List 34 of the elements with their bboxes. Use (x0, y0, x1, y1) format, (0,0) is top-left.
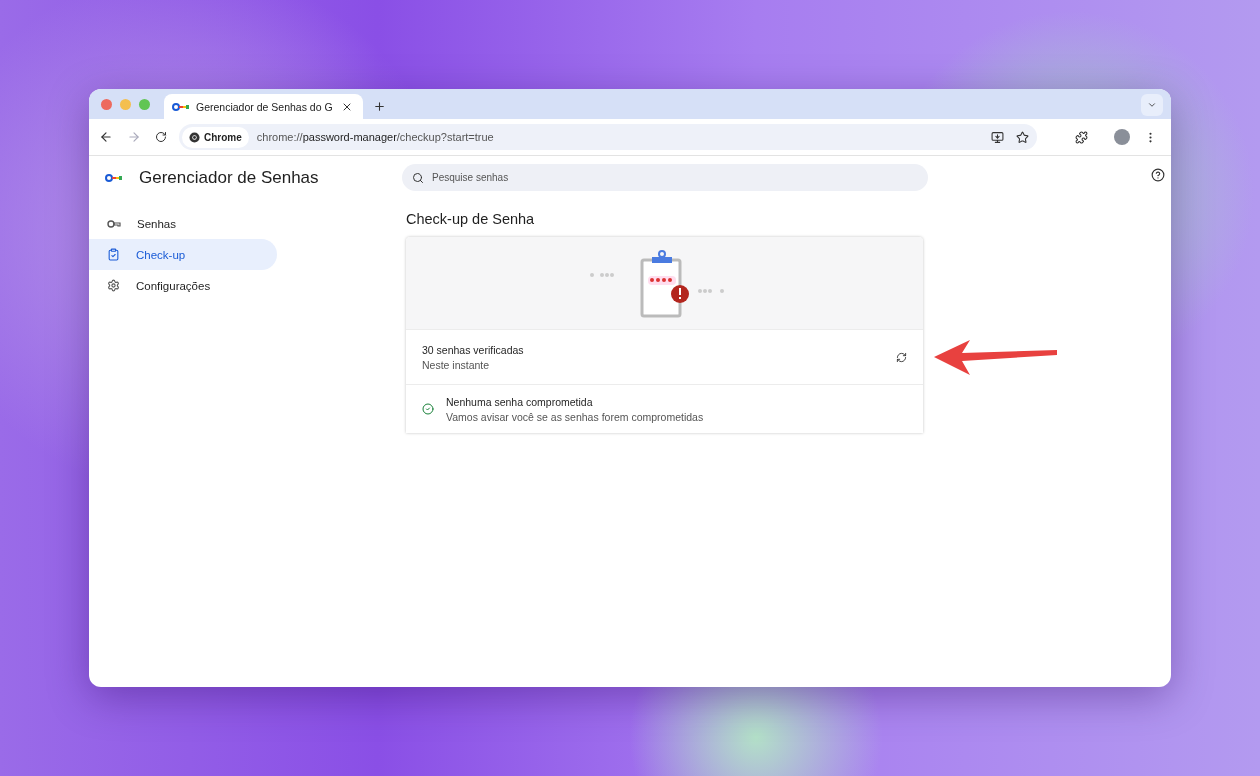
result-description: Vamos avisar você se as senhas forem comprometidas (446, 410, 705, 423)
checked-count: 30 senhas verificadas (422, 343, 525, 356)
reload-button[interactable] (153, 129, 169, 145)
search-input[interactable]: Pesquise senhas (430, 171, 918, 184)
star-icon (1016, 130, 1029, 144)
monitor-download-icon (991, 130, 1004, 144)
reload-icon (155, 131, 167, 143)
site-chip[interactable]: Chrome (182, 126, 249, 148)
section-heading: Check-up de Senha (406, 211, 536, 227)
search-icon (412, 171, 424, 184)
plus-icon (372, 100, 386, 113)
settings-icon (107, 279, 120, 292)
key-logo-icon (105, 174, 123, 182)
browser-tab[interactable]: Gerenciador de Senhas do G (164, 94, 363, 119)
app-title: Gerenciador de Senhas (139, 168, 319, 188)
bookmark-star-button[interactable] (1014, 128, 1031, 146)
checked-time: Neste instante (422, 358, 491, 371)
arrow-right-icon (127, 130, 141, 144)
key-icon (172, 102, 190, 111)
clipboard-check-icon (107, 248, 120, 261)
sidebar-item[interactable]: Check-up (89, 239, 277, 270)
tab-title: Gerenciador de Senhas do G (196, 100, 333, 113)
profile-avatar[interactable] (1114, 129, 1130, 145)
address-bar[interactable]: Chrome chrome://password-manager/checkup?start=true (179, 124, 1037, 150)
sidebar-item[interactable]: Configurações (89, 270, 277, 301)
check-icon (422, 403, 434, 415)
key-icon (107, 218, 121, 229)
url-text: chrome://password-manager/checkup?start=true (256, 131, 495, 143)
search-field[interactable]: Pesquise senhas (402, 164, 928, 191)
puzzle-icon (1075, 130, 1088, 144)
browser-logo-icon (189, 131, 200, 143)
extensions-button[interactable] (1073, 128, 1090, 146)
result-title: Nenhuma senha comprometida (446, 395, 594, 408)
sidebar-item[interactable]: Senhas (89, 208, 277, 239)
